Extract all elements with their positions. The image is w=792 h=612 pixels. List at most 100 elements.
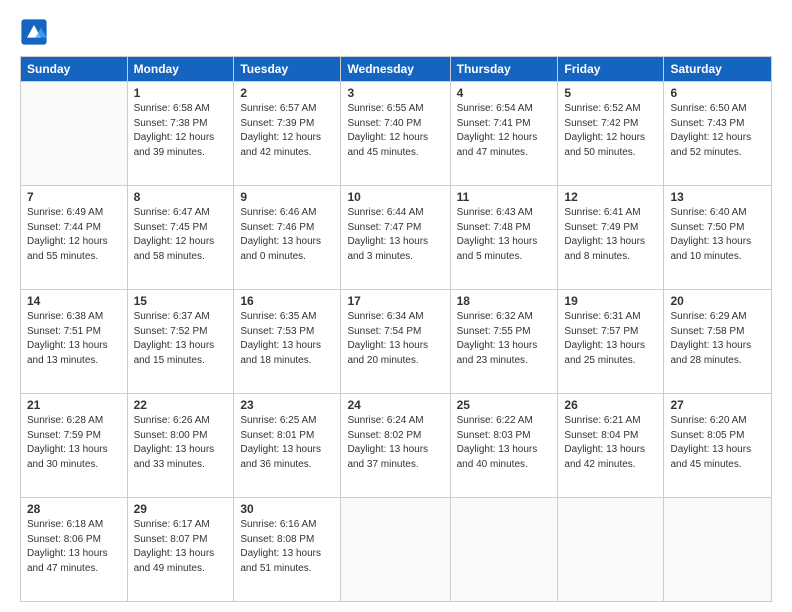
day-info: Sunrise: 6:24 AM Sunset: 8:02 PM Dayligh… (347, 414, 443, 472)
day-info: Sunrise: 6:40 AM Sunset: 7:50 PM Dayligh… (670, 206, 765, 264)
day-number: 30 (240, 502, 334, 516)
day-number: 29 (134, 502, 228, 516)
day-info: Sunrise: 6:32 AM Sunset: 7:55 PM Dayligh… (457, 310, 552, 368)
calendar-cell: 27 Sunrise: 6:20 AM Sunset: 8:05 PM Dayli… (664, 394, 772, 498)
calendar-cell: 1Sunrise: 6:58 AM Sunset: 7:38 PM Daylig… (127, 82, 234, 186)
calendar-cell (664, 498, 772, 602)
calendar-cell: 8 Sunrise: 6:47 AM Sunset: 7:45 PM Daylig… (127, 186, 234, 290)
day-info: Sunrise: 6:54 AM Sunset: 7:41 PM Dayligh… (457, 102, 552, 160)
calendar-week-row: 21 Sunrise: 6:28 AM Sunset: 7:59 PM Dayli… (21, 394, 772, 498)
page: SundayMondayTuesdayWednesdayThursdayFrid… (0, 0, 792, 612)
day-info: Sunrise: 6:57 AM Sunset: 7:39 PM Dayligh… (240, 102, 334, 160)
calendar-cell (341, 498, 450, 602)
calendar-cell: 13 Sunrise: 6:40 AM Sunset: 7:50 PM Dayli… (664, 186, 772, 290)
day-number: 8 (134, 190, 228, 204)
day-number: 3 (347, 86, 443, 100)
calendar-cell: 14 Sunrise: 6:38 AM Sunset: 7:51 PM Dayli… (21, 290, 128, 394)
calendar-cell: 28Sunrise: 6:18 AM Sunset: 8:06 PM Dayli… (21, 498, 128, 602)
calendar-cell: 24Sunrise: 6:24 AM Sunset: 8:02 PM Dayli… (341, 394, 450, 498)
day-info: Sunrise: 6:43 AM Sunset: 7:48 PM Dayligh… (457, 206, 552, 264)
day-info: Sunrise: 6:50 AM Sunset: 7:43 PM Dayligh… (670, 102, 765, 160)
calendar-header-saturday: Saturday (664, 57, 772, 82)
day-info: Sunrise: 6:26 AM Sunset: 8:00 PM Dayligh… (134, 414, 228, 472)
calendar-cell: 22 Sunrise: 6:26 AM Sunset: 8:00 PM Dayli… (127, 394, 234, 498)
calendar-cell: 5 Sunrise: 6:52 AM Sunset: 7:42 PM Daylig… (558, 82, 664, 186)
day-number: 2 (240, 86, 334, 100)
day-number: 5 (564, 86, 657, 100)
day-number: 7 (27, 190, 121, 204)
day-info: Sunrise: 6:28 AM Sunset: 7:59 PM Dayligh… (27, 414, 121, 472)
day-number: 4 (457, 86, 552, 100)
day-number: 9 (240, 190, 334, 204)
day-number: 15 (134, 294, 228, 308)
day-number: 6 (670, 86, 765, 100)
day-info: Sunrise: 6:16 AM Sunset: 8:08 PM Dayligh… (240, 518, 334, 576)
calendar-header-thursday: Thursday (450, 57, 558, 82)
day-info: Sunrise: 6:52 AM Sunset: 7:42 PM Dayligh… (564, 102, 657, 160)
day-number: 21 (27, 398, 121, 412)
calendar-header-monday: Monday (127, 57, 234, 82)
calendar-week-row: 14 Sunrise: 6:38 AM Sunset: 7:51 PM Dayli… (21, 290, 772, 394)
day-info: Sunrise: 6:46 AM Sunset: 7:46 PM Dayligh… (240, 206, 334, 264)
calendar-cell: 10 Sunrise: 6:44 AM Sunset: 7:47 PM Dayli… (341, 186, 450, 290)
calendar-cell: 11 Sunrise: 6:43 AM Sunset: 7:48 PM Dayli… (450, 186, 558, 290)
calendar-cell: 7 Sunrise: 6:49 AM Sunset: 7:44 PM Daylig… (21, 186, 128, 290)
calendar-header-sunday: Sunday (21, 57, 128, 82)
calendar-cell: 23Sunrise: 6:25 AM Sunset: 8:01 PM Dayli… (234, 394, 341, 498)
calendar-cell: 3Sunrise: 6:55 AM Sunset: 7:40 PM Daylig… (341, 82, 450, 186)
calendar-cell (450, 498, 558, 602)
calendar-cell: 2 Sunrise: 6:57 AM Sunset: 7:39 PM Daylig… (234, 82, 341, 186)
calendar-week-row: 7 Sunrise: 6:49 AM Sunset: 7:44 PM Daylig… (21, 186, 772, 290)
day-info: Sunrise: 6:31 AM Sunset: 7:57 PM Dayligh… (564, 310, 657, 368)
calendar-header-tuesday: Tuesday (234, 57, 341, 82)
calendar-cell: 17 Sunrise: 6:34 AM Sunset: 7:54 PM Dayli… (341, 290, 450, 394)
day-number: 28 (27, 502, 121, 516)
day-number: 19 (564, 294, 657, 308)
calendar-cell: 12 Sunrise: 6:41 AM Sunset: 7:49 PM Dayli… (558, 186, 664, 290)
day-number: 13 (670, 190, 765, 204)
day-number: 22 (134, 398, 228, 412)
calendar-cell: 16Sunrise: 6:35 AM Sunset: 7:53 PM Dayli… (234, 290, 341, 394)
day-info: Sunrise: 6:38 AM Sunset: 7:51 PM Dayligh… (27, 310, 121, 368)
day-info: Sunrise: 6:34 AM Sunset: 7:54 PM Dayligh… (347, 310, 443, 368)
calendar-cell: 15 Sunrise: 6:37 AM Sunset: 7:52 PM Dayli… (127, 290, 234, 394)
day-info: Sunrise: 6:49 AM Sunset: 7:44 PM Dayligh… (27, 206, 121, 264)
calendar-week-row: 28Sunrise: 6:18 AM Sunset: 8:06 PM Dayli… (21, 498, 772, 602)
day-info: Sunrise: 6:21 AM Sunset: 8:04 PM Dayligh… (564, 414, 657, 472)
day-number: 14 (27, 294, 121, 308)
day-info: Sunrise: 6:17 AM Sunset: 8:07 PM Dayligh… (134, 518, 228, 576)
header (20, 18, 772, 46)
calendar-cell: 19 Sunrise: 6:31 AM Sunset: 7:57 PM Dayli… (558, 290, 664, 394)
day-info: Sunrise: 6:20 AM Sunset: 8:05 PM Dayligh… (670, 414, 765, 472)
day-info: Sunrise: 6:47 AM Sunset: 7:45 PM Dayligh… (134, 206, 228, 264)
calendar-cell: 30 Sunrise: 6:16 AM Sunset: 8:08 PM Dayli… (234, 498, 341, 602)
calendar-cell: 29 Sunrise: 6:17 AM Sunset: 8:07 PM Dayli… (127, 498, 234, 602)
day-info: Sunrise: 6:37 AM Sunset: 7:52 PM Dayligh… (134, 310, 228, 368)
calendar-cell: 9 Sunrise: 6:46 AM Sunset: 7:46 PM Daylig… (234, 186, 341, 290)
day-number: 12 (564, 190, 657, 204)
day-info: Sunrise: 6:25 AM Sunset: 8:01 PM Dayligh… (240, 414, 334, 472)
calendar-cell: 26 Sunrise: 6:21 AM Sunset: 8:04 PM Dayli… (558, 394, 664, 498)
day-number: 17 (347, 294, 443, 308)
day-number: 27 (670, 398, 765, 412)
calendar-header-wednesday: Wednesday (341, 57, 450, 82)
calendar-header-row: SundayMondayTuesdayWednesdayThursdayFrid… (21, 57, 772, 82)
calendar-cell: 4 Sunrise: 6:54 AM Sunset: 7:41 PM Daylig… (450, 82, 558, 186)
day-info: Sunrise: 6:29 AM Sunset: 7:58 PM Dayligh… (670, 310, 765, 368)
calendar-cell: 6 Sunrise: 6:50 AM Sunset: 7:43 PM Daylig… (664, 82, 772, 186)
calendar-header-friday: Friday (558, 57, 664, 82)
day-number: 18 (457, 294, 552, 308)
day-number: 20 (670, 294, 765, 308)
logo (20, 18, 52, 46)
day-info: Sunrise: 6:35 AM Sunset: 7:53 PM Dayligh… (240, 310, 334, 368)
day-number: 11 (457, 190, 552, 204)
day-info: Sunrise: 6:44 AM Sunset: 7:47 PM Dayligh… (347, 206, 443, 264)
day-number: 25 (457, 398, 552, 412)
day-number: 26 (564, 398, 657, 412)
calendar-cell (558, 498, 664, 602)
calendar-cell: 18 Sunrise: 6:32 AM Sunset: 7:55 PM Dayli… (450, 290, 558, 394)
day-info: Sunrise: 6:58 AM Sunset: 7:38 PM Dayligh… (134, 102, 228, 160)
calendar-cell (21, 82, 128, 186)
day-info: Sunrise: 6:41 AM Sunset: 7:49 PM Dayligh… (564, 206, 657, 264)
day-number: 10 (347, 190, 443, 204)
